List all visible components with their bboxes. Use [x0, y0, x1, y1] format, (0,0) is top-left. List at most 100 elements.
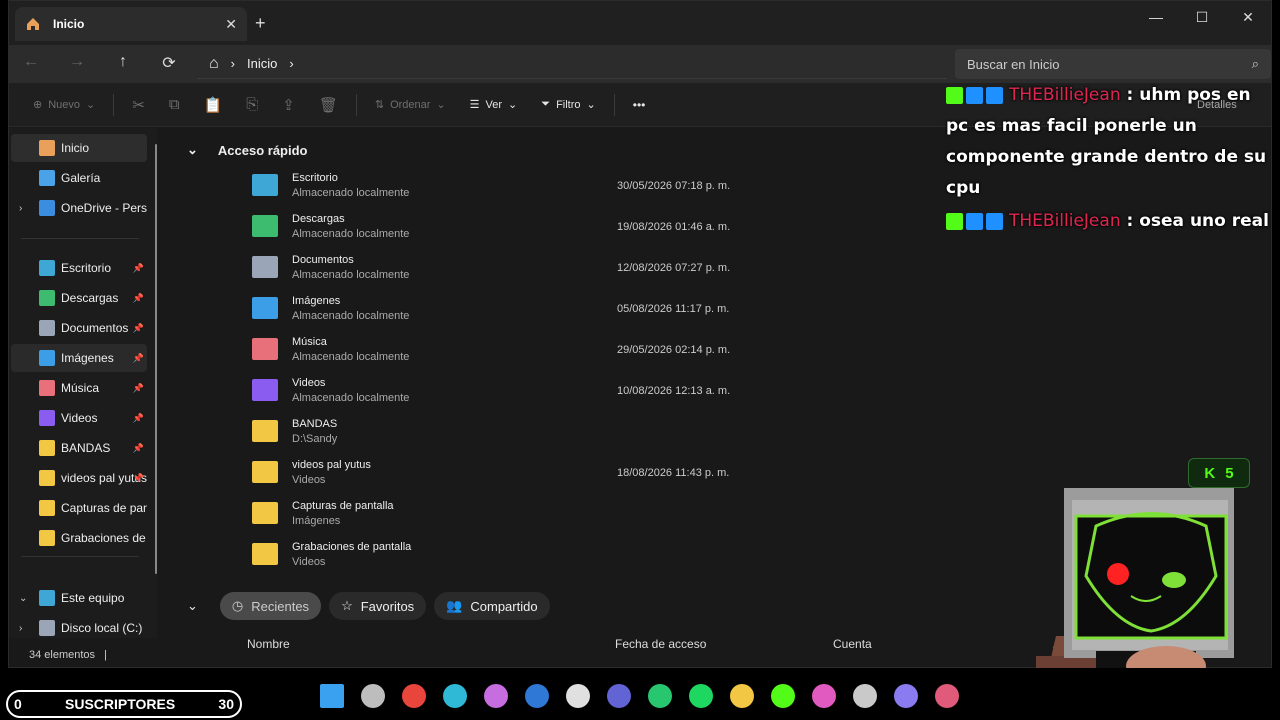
sidebar-item[interactable]: Descargas 📌	[11, 284, 147, 312]
ruby-app-icon[interactable]	[935, 684, 959, 708]
sidebar-item[interactable]: BANDAS 📌	[11, 434, 147, 462]
sidebar-item[interactable]: ⌄ Este equipo	[11, 584, 147, 612]
tab-favoritos[interactable]: ☆ Favoritos	[329, 592, 427, 620]
up-button[interactable]: ↑	[111, 53, 135, 73]
expand-chevron-icon[interactable]: ⌄	[19, 593, 27, 604]
pinwheel-icon[interactable]	[812, 684, 836, 708]
sidebar-item-label: OneDrive - Perso	[61, 201, 147, 215]
toolbar-divider	[113, 93, 115, 116]
teams-icon[interactable]	[607, 684, 631, 708]
breadcrumb[interactable]: ⌂ › Inicio ›	[197, 49, 947, 79]
quick-access-item[interactable]: Capturas de pantalla Imágenes	[249, 498, 749, 536]
chat-app-icon[interactable]	[894, 684, 918, 708]
chrome-icon[interactable]	[402, 684, 426, 708]
crumb-separator-end[interactable]: ›	[289, 56, 293, 71]
forward-button[interactable]: →	[65, 53, 89, 73]
refresh-button[interactable]: ⟳	[157, 53, 181, 73]
clock-icon: ◷	[231, 598, 244, 613]
pin-icon: 📌	[132, 292, 144, 303]
quick-access-item[interactable]: Videos Almacenado localmente 10/08/2026 12…	[249, 375, 749, 413]
tab-recientes[interactable]: ◷ Recientes	[219, 592, 322, 620]
outlook-icon[interactable]	[525, 684, 549, 708]
column-name[interactable]: Nombre	[247, 637, 615, 651]
column-date[interactable]: Fecha de acceso	[615, 637, 833, 651]
quick-access-item[interactable]: Grabaciones de pantalla Videos	[249, 539, 749, 577]
home-crumb-icon[interactable]: ⌂	[209, 55, 219, 73]
spotify-icon[interactable]	[689, 684, 713, 708]
sidebar-item[interactable]: › Disco local (C:)	[11, 614, 147, 642]
item-name: Grabaciones de pantalla	[292, 541, 412, 553]
copilot-icon[interactable]	[484, 684, 508, 708]
file-explorer-icon[interactable]	[730, 684, 754, 708]
sidebar-item[interactable]: Documentos 📌	[11, 314, 147, 342]
view-list-icon: ☰	[469, 99, 480, 111]
sidebar-item-label: Descargas	[61, 291, 119, 305]
filter-button[interactable]: ⏷ Filtro ⌄	[531, 98, 605, 111]
column-account[interactable]: Cuenta	[833, 637, 1053, 651]
sidebar-item[interactable]: videos pal yutus 📌	[11, 464, 147, 492]
obs-icon[interactable]	[566, 684, 590, 708]
delete-button[interactable]: 🗑	[309, 96, 348, 114]
quick-access-item[interactable]: BANDAS D:\Sandy	[249, 416, 749, 454]
cut-button[interactable]: ✂	[122, 96, 155, 114]
tab-compartido[interactable]: 👥 Compartido	[434, 592, 550, 620]
item-date: 18/08/2026 11:43 p. m.	[617, 467, 730, 479]
sidebar-scrollbar[interactable]	[155, 144, 157, 574]
sidebar-item[interactable]: Grabaciones de	[11, 524, 147, 552]
rename-button[interactable]: ⎘	[236, 96, 268, 113]
sort-icon: ⇅	[374, 99, 385, 111]
close-window-button[interactable]: ✕	[1225, 7, 1271, 27]
quick-access-item[interactable]: Música Almacenado localmente 29/05/2026 02…	[249, 334, 749, 372]
copy-button[interactable]: ⧉	[159, 96, 190, 113]
quick-access-item[interactable]: Descargas Almacenado localmente 19/08/2026…	[249, 211, 749, 249]
quick-access-item[interactable]: Documentos Almacenado localmente 12/08/202…	[249, 252, 749, 290]
chevron-down-icon[interactable]: ⌄	[187, 142, 198, 158]
quick-access-item[interactable]: Imágenes Almacenado localmente 05/08/2026 …	[249, 293, 749, 331]
edge-icon[interactable]	[443, 684, 467, 708]
item-name: Descargas	[292, 213, 345, 225]
toolbar-divider	[613, 93, 615, 116]
minimize-button[interactable]: —	[1133, 7, 1179, 27]
bars-app-icon[interactable]	[771, 684, 795, 708]
search-placeholder: Buscar en Inicio	[967, 56, 1060, 72]
sidebar-item[interactable]: Inicio	[11, 134, 147, 162]
more-options-button[interactable]: •••	[623, 98, 656, 112]
folder-icon	[252, 502, 278, 524]
sidebar-item[interactable]: › OneDrive - Perso	[11, 194, 147, 222]
obs-studio-icon[interactable]	[853, 684, 877, 708]
plane-app-icon[interactable]	[648, 684, 672, 708]
quick-access-item[interactable]: Escritorio Almacenado localmente 30/05/202…	[249, 170, 749, 208]
new-tab-button[interactable]: +	[255, 13, 266, 34]
back-button[interactable]: ←	[19, 53, 43, 73]
item-date: 29/05/2026 02:14 p. m.	[617, 344, 731, 356]
videos-folder-icon	[252, 379, 278, 401]
crumb-inicio[interactable]: Inicio	[247, 56, 277, 71]
expand-chevron-icon[interactable]: ›	[19, 203, 22, 214]
sidebar-item[interactable]: Videos 📌	[11, 404, 147, 432]
sidebar-item[interactable]: Música 📌	[11, 374, 147, 402]
new-button[interactable]: ⊕ Nuevo ⌄	[23, 98, 105, 112]
maximize-button[interactable]: ☐	[1179, 7, 1225, 27]
crumb-separator[interactable]: ›	[231, 56, 235, 71]
task-view-icon[interactable]	[361, 684, 385, 708]
pictures-icon	[39, 350, 55, 366]
chevron-down-icon[interactable]: ⌄	[187, 598, 198, 614]
sidebar-item[interactable]: Capturas de pan	[11, 494, 147, 522]
view-button[interactable]: ☰ Ver ⌄	[460, 98, 528, 112]
quick-access-item[interactable]: videos pal yutus Videos 18/08/2026 11:43 p…	[249, 457, 749, 495]
share-button[interactable]: ⇪	[272, 96, 305, 114]
tab-inicio[interactable]: Inicio ✕	[15, 7, 247, 41]
sidebar-item[interactable]: Imágenes 📌	[11, 344, 147, 372]
expand-chevron-icon[interactable]: ›	[19, 623, 22, 634]
search-input[interactable]: Buscar en Inicio ⌕	[955, 49, 1271, 79]
sidebar-item[interactable]: Escritorio 📌	[11, 254, 147, 282]
quick-access-header[interactable]: ⌄ Acceso rápido	[187, 142, 308, 158]
paste-button[interactable]: 📋	[194, 96, 233, 114]
windows-start-icon[interactable]	[320, 684, 344, 708]
tab-close-button[interactable]: ✕	[225, 16, 237, 33]
sidebar-item[interactable]: Galería	[11, 164, 147, 192]
item-count: 34 elementos	[29, 649, 96, 661]
badge-icon	[966, 212, 983, 230]
trash-icon: 🗑	[318, 96, 338, 114]
sort-button[interactable]: ⇅ Ordenar ⌄	[365, 98, 456, 112]
